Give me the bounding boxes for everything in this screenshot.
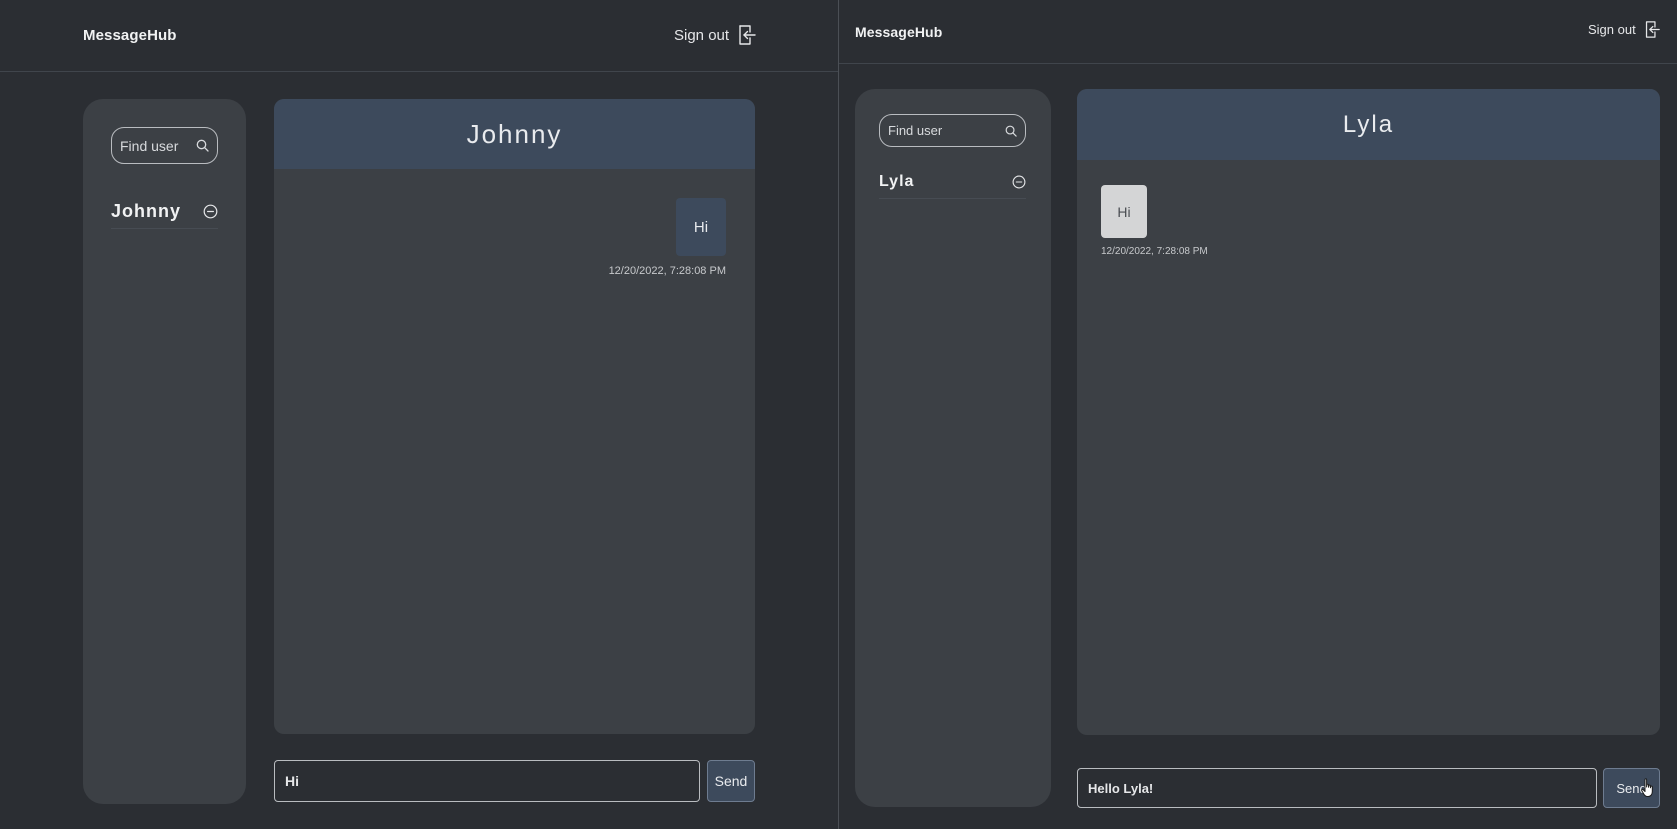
chat-panel: Johnny Hi 12/20/2022, 7:28:08 PM [274,99,755,734]
send-button[interactable]: Send [1603,768,1660,808]
contact-name: Johnny [111,201,182,221]
minus-circle-icon[interactable] [203,204,218,219]
sign-out-icon [1645,21,1660,38]
sign-out-button[interactable]: Sign out [1588,21,1660,38]
user-search-box[interactable] [879,114,1026,147]
message-timestamp: 12/20/2022, 7:28:08 PM [1101,246,1208,257]
contact-item-johnny[interactable]: Johnny [111,195,218,229]
message-input[interactable] [274,760,700,802]
left-app-window: MessageHub Sign out Johnny [0,0,838,829]
minus-circle-icon[interactable] [1012,175,1026,189]
message-composer: Send [1077,768,1660,808]
right-app-window: MessageHub Sign out Lyla Lyl [839,0,1677,829]
top-navbar: MessageHub Sign out [839,0,1677,64]
send-button[interactable]: Send [707,760,755,802]
sign-out-label: Sign out [674,26,730,44]
app-brand[interactable]: MessageHub [83,27,177,44]
chat-header-title: Johnny [274,99,755,169]
top-navbar: MessageHub Sign out [0,0,838,72]
sign-out-icon [739,25,756,45]
search-icon[interactable] [196,139,209,152]
contacts-sidebar: Lyla [855,89,1051,807]
search-input[interactable] [120,137,196,154]
sign-out-label: Sign out [1588,22,1636,37]
contacts-sidebar: Johnny [83,99,246,804]
contact-item-lyla[interactable]: Lyla [879,165,1026,199]
message-input[interactable] [1077,768,1597,808]
user-search-box[interactable] [111,127,218,164]
chat-header-title: Lyla [1077,89,1660,160]
search-icon[interactable] [1005,125,1017,137]
message-timestamp: 12/20/2022, 7:28:08 PM [608,265,726,277]
hand-pointer-icon [1641,778,1653,797]
contact-name: Lyla [879,172,915,190]
message-composer: Send [274,760,755,802]
sign-out-button[interactable]: Sign out [674,25,756,45]
chat-panel: Lyla Hi 12/20/2022, 7:28:08 PM [1077,89,1660,735]
message-bubble: Hi [1101,185,1147,238]
app-brand[interactable]: MessageHub [855,24,942,40]
message-bubble: Hi [676,198,726,256]
search-input[interactable] [888,123,1005,138]
